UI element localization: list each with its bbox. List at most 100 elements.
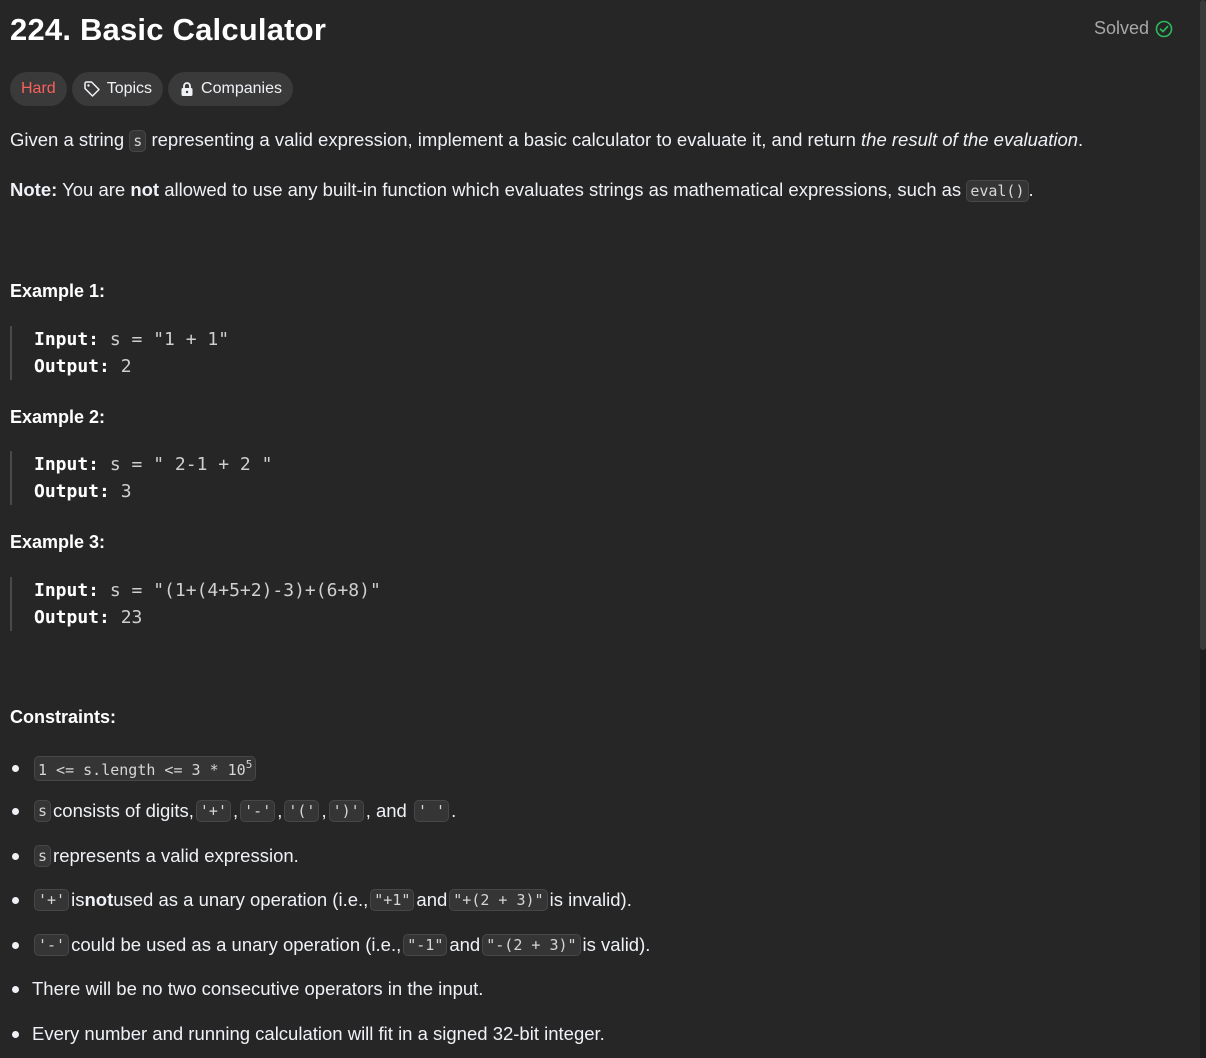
inline-code: "+(2 + 3)": [449, 889, 548, 911]
constraint-item: Every number and running calculation wil…: [10, 1023, 605, 1045]
note-label: Note:: [10, 179, 58, 200]
constraint-text: is invalid).: [549, 889, 632, 910]
note-text: You are: [57, 179, 131, 200]
example-input: Input: s = " 2-1 + 2 ": [34, 451, 272, 478]
topics-label: Topics: [106, 80, 153, 97]
problem-title: 224. Basic Calculator: [10, 12, 327, 47]
constraint-item: '-' could be used as a unary operation (…: [10, 934, 650, 956]
inline-code: '(': [284, 800, 320, 822]
example-heading: Example 3:: [10, 532, 106, 552]
bullet-dot: [12, 807, 19, 815]
tag-row: Hard Topics Companies: [10, 72, 293, 106]
difficulty-label: Hard: [21, 80, 56, 97]
example-input: Input: s = "1 + 1": [34, 326, 229, 353]
solved-label: Solved: [1094, 18, 1150, 38]
input-value: s = "1 + 1": [99, 329, 230, 350]
bullet-dot: [12, 852, 19, 860]
constraint-text: ,: [233, 800, 239, 821]
constraint-item: '+' is not used as a unary operation (i.…: [10, 889, 632, 911]
example-block: Input: s = "1 + 1" Output: 2: [10, 326, 229, 380]
scrollbar-thumb[interactable]: [1200, 0, 1206, 650]
constraint-text: ,: [277, 800, 283, 821]
example-output: Output: 2: [34, 353, 229, 380]
output-label: Output:: [34, 356, 110, 377]
input-label: Input:: [34, 454, 100, 475]
description-paragraph: Given a string s representing a valid ex…: [10, 129, 1084, 152]
constraint-text: is valid).: [582, 934, 651, 955]
constraint-item: 1 <= s.length <= 3 * 105: [10, 756, 258, 781]
bullet-dot: [12, 765, 19, 772]
input-label: Input:: [34, 580, 100, 601]
inline-code: s: [129, 130, 147, 152]
description-text: Given a string: [10, 129, 130, 150]
note-text: .: [1028, 179, 1034, 200]
scrollbar[interactable]: [1200, 0, 1206, 1058]
inline-code: "-1": [403, 934, 448, 956]
constraint-text: There will be no two consecutive operato…: [32, 978, 484, 999]
input-value: s = "(1+(4+5+2)-3)+(6+8)": [99, 580, 381, 601]
note-bold: not: [130, 179, 160, 200]
inline-code: s: [34, 800, 52, 822]
constraint-item: There will be no two consecutive operato…: [10, 978, 483, 1000]
constraint-text: and: [449, 934, 481, 955]
constraint-text: used as a unary operation (i.e.,: [113, 889, 369, 910]
output-value: 23: [109, 607, 143, 628]
tag-icon: [83, 81, 100, 97]
superscript: 5: [245, 758, 253, 771]
description-emphasis: the result of the evaluation: [861, 129, 1079, 150]
example-block: Input: s = " 2-1 + 2 " Output: 3: [10, 451, 272, 505]
inline-code: "-(2 + 3)": [482, 934, 581, 956]
inline-code: '-': [240, 800, 276, 822]
bullet-dot: [12, 985, 19, 993]
companies-button[interactable]: Companies: [168, 72, 293, 106]
output-value: 3: [109, 481, 132, 502]
constraint-text: ,: [321, 800, 327, 821]
constraint-bold: not: [84, 889, 114, 910]
example-output: Output: 3: [34, 478, 272, 505]
constraint-text: could be used as a unary operation (i.e.…: [71, 934, 402, 955]
companies-label: Companies: [201, 80, 282, 97]
check-circle-icon: [1155, 20, 1173, 37]
example-output: Output: 23: [34, 604, 381, 631]
constraint-item: s consists of digits, '+', '-', '(', ')', a…: [10, 800, 456, 822]
constraint-text: consists of digits,: [53, 800, 194, 821]
topics-button[interactable]: Topics: [71, 72, 164, 106]
note-text: allowed to use any built-in function whi…: [159, 179, 967, 200]
bullet-dot: [12, 896, 19, 904]
output-label: Output:: [34, 607, 110, 628]
inline-code: s: [34, 845, 52, 867]
code-text: 1 <= s.length <= 3 * 10: [38, 761, 246, 779]
inline-code: '+': [34, 889, 70, 911]
constraint-text: represents a valid expression.: [53, 845, 299, 866]
example-input: Input: s = "(1+(4+5+2)-3)+(6+8)": [34, 577, 381, 604]
example-heading: Example 2:: [10, 407, 106, 427]
bullet-dot: [12, 941, 19, 949]
inline-code: '-': [34, 934, 70, 956]
description-text: .: [1078, 129, 1084, 150]
constraint-text: , and: [365, 800, 407, 821]
constraints-heading: Constraints:: [10, 707, 117, 727]
solved-status: Solved: [1094, 18, 1173, 39]
note-paragraph: Note: You are not allowed to use any bui…: [10, 179, 1034, 202]
output-label: Output:: [34, 481, 110, 502]
lock-icon: [181, 82, 193, 96]
input-value: s = " 2-1 + 2 ": [99, 454, 273, 475]
inline-code: ' ': [414, 800, 450, 822]
bullet-dot: [12, 1030, 19, 1038]
constraint-text: Every number and running calculation wil…: [32, 1023, 605, 1044]
inline-code: eval(): [966, 180, 1029, 202]
description-text: representing a valid expression, impleme…: [146, 129, 862, 150]
output-value: 2: [109, 356, 132, 377]
inline-code: "+1": [370, 889, 415, 911]
constraint-text: is: [71, 889, 85, 910]
input-label: Input:: [34, 329, 100, 350]
constraint-text: .: [451, 800, 457, 821]
inline-code: 1 <= s.length <= 3 * 105: [34, 756, 257, 781]
constraint-text: and: [416, 889, 448, 910]
inline-code: '+': [195, 800, 231, 822]
example-block: Input: s = "(1+(4+5+2)-3)+(6+8)" Output:…: [10, 577, 381, 631]
difficulty-badge[interactable]: Hard: [10, 72, 67, 106]
inline-code: ')': [328, 800, 364, 822]
example-heading: Example 1:: [10, 281, 106, 301]
constraint-item: s represents a valid expression.: [10, 845, 299, 867]
